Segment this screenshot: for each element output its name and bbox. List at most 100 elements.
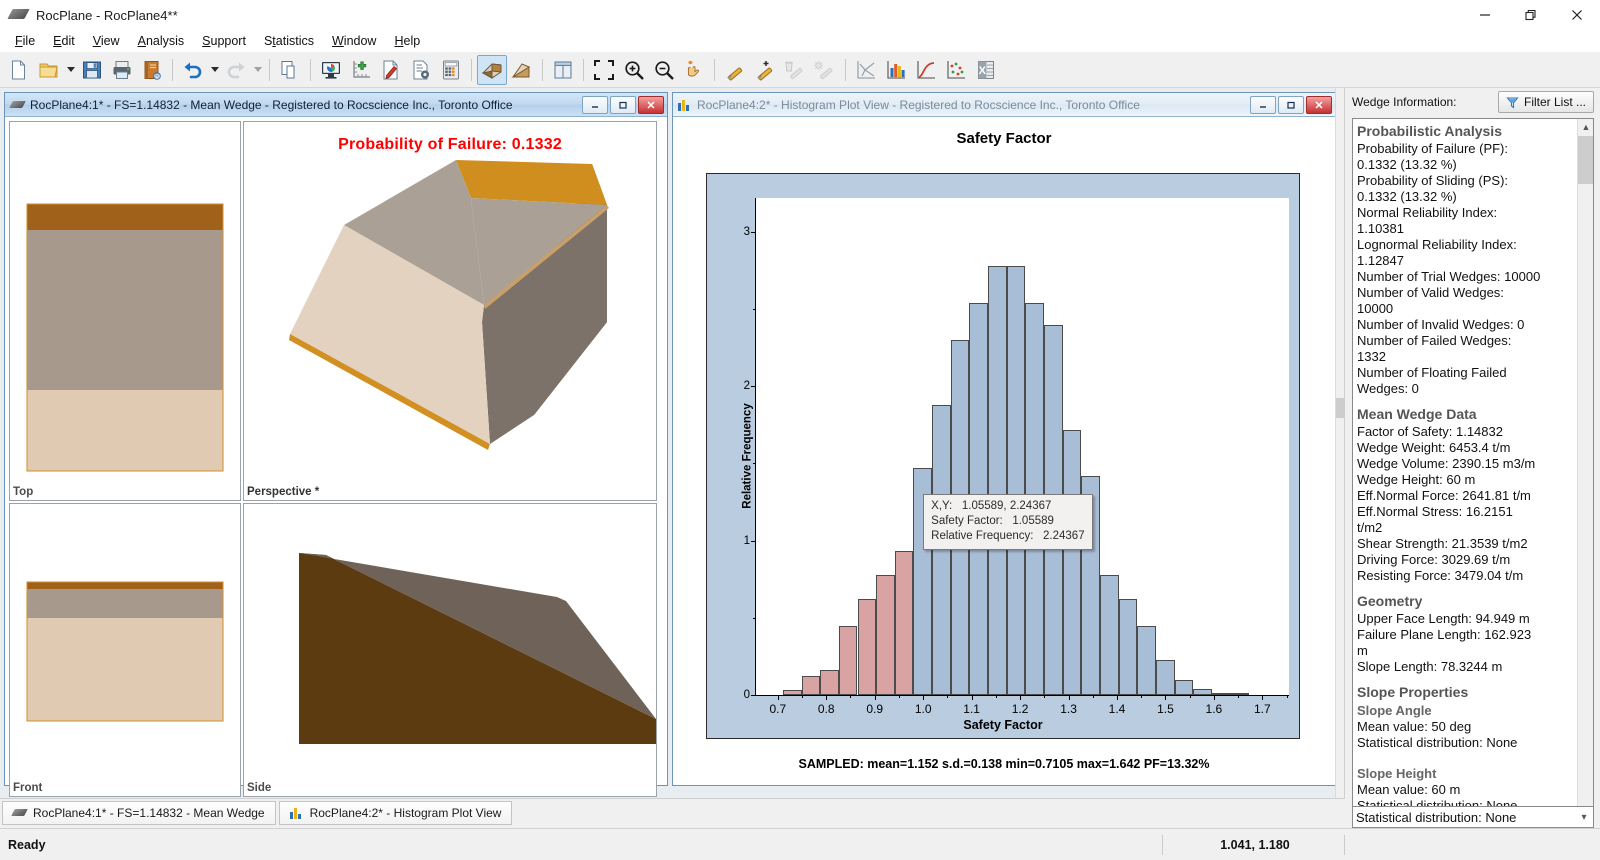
menu-item-analysis[interactable]: Analysis: [129, 32, 194, 50]
histogram-close-button[interactable]: [1306, 95, 1332, 114]
histogram-bar[interactable]: [782, 690, 802, 695]
histogram-icon: [289, 806, 304, 820]
sidebar-info-line: 10000: [1357, 301, 1394, 316]
wedge-maximize-button[interactable]: [610, 95, 636, 114]
toolbar-pan-icon[interactable]: [679, 55, 709, 85]
toolbar-undo-icon-dropdown-arrow-icon[interactable]: [208, 55, 221, 85]
toolbar-histogram-plot-icon[interactable]: [881, 55, 911, 85]
minimize-icon[interactable]: [1462, 0, 1508, 30]
wedge-pane-side[interactable]: Side: [243, 503, 657, 797]
sidebar-info-line: Eff.Normal Stress: 16.2151: [1357, 504, 1513, 519]
toolbar-display-options-icon[interactable]: [316, 55, 346, 85]
x-tick-label: 1.7: [1254, 702, 1271, 716]
window-tab-2[interactable]: RocPlane4:2* - Histogram Plot View: [278, 800, 513, 825]
toolbar-calculator-icon[interactable]: [436, 55, 466, 85]
y-tick-mark-minor: [753, 617, 756, 619]
histogram-minimize-button[interactable]: [1250, 95, 1276, 114]
histogram-bar[interactable]: [988, 265, 1007, 695]
x-tick-mark-minor: [898, 695, 900, 698]
histogram-bar[interactable]: [1155, 659, 1175, 695]
histogram-bar[interactable]: [876, 574, 895, 695]
y-tick-mark: [751, 695, 756, 696]
toolbar-print-icon[interactable]: [107, 55, 137, 85]
menu-item-edit[interactable]: Edit: [44, 32, 84, 50]
histogram-bar[interactable]: [894, 551, 914, 695]
menu-item-support[interactable]: Support: [193, 32, 255, 50]
x-tick-label: 1.2: [1011, 702, 1029, 716]
chevron-down-icon[interactable]: ▾: [1575, 812, 1593, 823]
sidebar-info-line: Number of Failed Wedges:: [1357, 333, 1512, 348]
mdi-vertical-scrollbar[interactable]: [1335, 88, 1345, 798]
wedge-pane-perspective[interactable]: Probability of Failure: 0.1332 Perspecti…: [243, 121, 657, 501]
histogram-bar[interactable]: [1062, 429, 1082, 695]
x-tick-label: 0.7: [769, 702, 787, 716]
toolbar-add-axes-icon[interactable]: [346, 55, 376, 85]
y-tick-mark-minor: [753, 309, 756, 311]
sidebar-header-label: Wedge Information:: [1352, 95, 1457, 109]
histogram-bar[interactable]: [1100, 574, 1119, 695]
toolbar-separator: [172, 58, 173, 81]
wedge-view-window[interactable]: RocPlane4:1* - FS=1.14832 - Mean Wedge -…: [4, 92, 668, 797]
histogram-bar[interactable]: [1006, 265, 1026, 695]
toolbar-open-folder-icon[interactable]: [34, 55, 64, 85]
toolbar-undo-icon[interactable]: [178, 55, 208, 85]
toolbar-tile-windows-icon[interactable]: [548, 55, 578, 85]
toolbar-separator: [542, 58, 543, 81]
toolbar-copy-icon[interactable]: [275, 55, 305, 85]
toolbar-project-settings-icon[interactable]: [406, 55, 436, 85]
toolbar-add-bolt-icon[interactable]: [720, 55, 750, 85]
menu-item-window[interactable]: Window: [323, 32, 385, 50]
toolbar-zoom-out-icon[interactable]: [649, 55, 679, 85]
menu-item-file[interactable]: File: [6, 32, 44, 50]
scroll-up-arrow-icon[interactable]: ▲: [1578, 119, 1593, 135]
toolbar-scatter-plot-icon[interactable]: [851, 55, 881, 85]
sidebar-info-line: 1.12847: [1357, 253, 1404, 268]
toolbar-zoom-all-icon[interactable]: [589, 55, 619, 85]
toolbar-add-bolt-plus-icon[interactable]: [750, 55, 780, 85]
toolbar-sample-plot-icon[interactable]: [941, 55, 971, 85]
histogram-bar[interactable]: [857, 599, 877, 695]
sidebar-scroll-thumb[interactable]: [1578, 136, 1593, 184]
wedge-information-list[interactable]: Probabilistic Analysis Probability of Fai…: [1352, 118, 1594, 818]
menu-item-help[interactable]: Help: [385, 32, 429, 50]
toolbar-slope-view-icon[interactable]: [507, 55, 537, 85]
window-tab-1[interactable]: RocPlane4:1* - FS=1.14832 - Mean Wedge: [2, 800, 276, 825]
toolbar-new-icon[interactable]: [4, 55, 34, 85]
wedge-pane-front[interactable]: Front: [9, 503, 241, 797]
toolbar-wedge-view-icon[interactable]: [477, 54, 507, 85]
toolbar-save-floppy-icon[interactable]: [77, 55, 107, 85]
histogram-bar[interactable]: [838, 625, 858, 695]
chart-datapoint-tooltip: X,Y: 1.05589, 2.24367 Safety Factor: 1.05…: [923, 494, 1093, 551]
y-tick-label: 0: [743, 689, 750, 701]
histogram-bar[interactable]: [1193, 688, 1212, 695]
close-icon[interactable]: [1554, 0, 1600, 30]
toolbar-edit-properties-icon[interactable]: [376, 55, 406, 85]
histogram-bar[interactable]: [1137, 625, 1156, 695]
wedge-minimize-button[interactable]: [582, 95, 608, 114]
toolbar-zoom-in-icon[interactable]: [619, 55, 649, 85]
toolbar-cumulative-plot-icon[interactable]: [911, 55, 941, 85]
mdi-scroll-thumb[interactable]: [1336, 398, 1345, 418]
plot-axes[interactable]: 0 1 2 3 0.7 0.8 0.9 1.0 1.1 1.2 1.3 1.4 1.5 1.6 1.7 X,Y…: [744, 198, 1289, 716]
plot-title: Safety Factor: [956, 130, 1052, 147]
restore-icon[interactable]: [1508, 0, 1554, 30]
histogram-bar[interactable]: [1230, 693, 1250, 695]
wedge-pane-top[interactable]: Top: [9, 121, 241, 501]
histogram-maximize-button[interactable]: [1278, 95, 1304, 114]
histogram-bar[interactable]: [820, 670, 839, 695]
toolbar-export-excel-icon[interactable]: X: [971, 55, 1001, 85]
menu-item-statistics[interactable]: Statistics: [255, 32, 323, 50]
histogram-bar[interactable]: [801, 676, 821, 695]
menu-item-view[interactable]: View: [84, 32, 129, 50]
toolbar-report-book-icon[interactable]: R: [137, 55, 167, 85]
histogram-window-titlebar: RocPlane4:2* - Histogram Plot View - Reg…: [673, 93, 1335, 117]
filter-list-button[interactable]: Filter List ...: [1497, 91, 1594, 113]
histogram-bar[interactable]: [1118, 599, 1138, 695]
statistical-distribution-combo[interactable]: Statistical distribution: None ▾: [1352, 806, 1594, 828]
histogram-bar[interactable]: [1174, 679, 1194, 695]
y-tick-mark: [751, 231, 756, 233]
histogram-view-window[interactable]: RocPlane4:2* - Histogram Plot View - Reg…: [672, 92, 1336, 786]
sidebar-scrollbar[interactable]: ▲ ▼: [1577, 119, 1593, 817]
wedge-close-button[interactable]: [638, 95, 664, 114]
toolbar-open-folder-icon-dropdown-arrow-icon[interactable]: [64, 55, 77, 85]
